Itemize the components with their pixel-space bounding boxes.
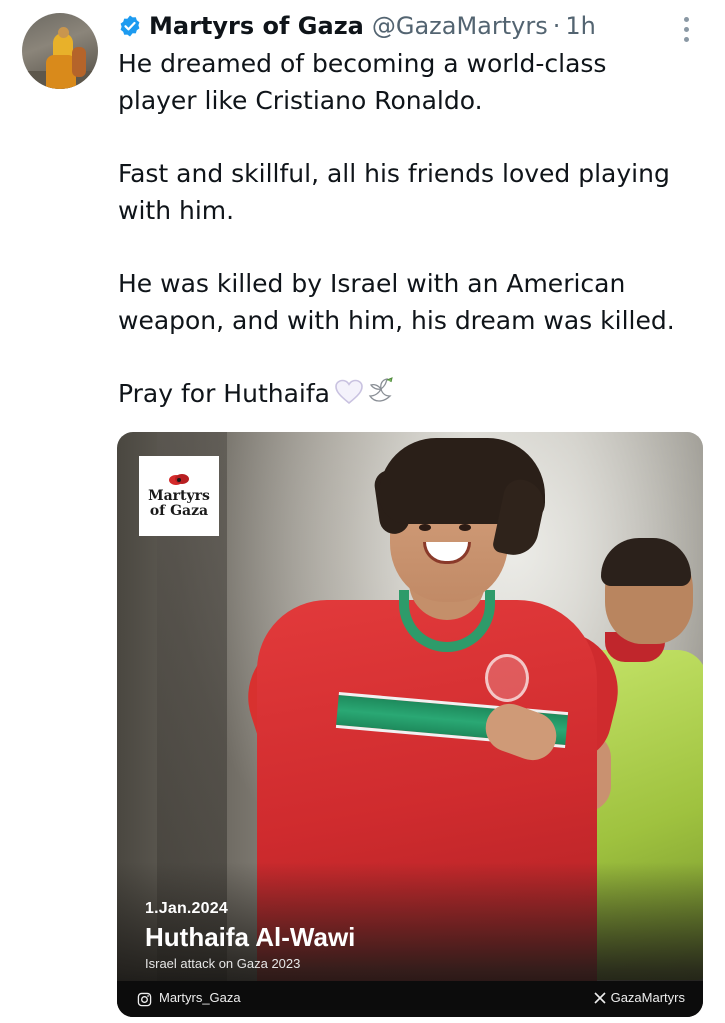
verified-badge-icon xyxy=(118,14,142,38)
meta-separator: · xyxy=(552,12,561,40)
tweet-line: Fast and skillful, all his friends loved… xyxy=(118,159,670,188)
avatar-figure-head xyxy=(58,27,69,38)
boy-eye xyxy=(459,524,471,531)
author-handle[interactable]: @GazaMartyrs xyxy=(372,12,548,40)
caption-subtitle: Israel attack on Gaza 2023 xyxy=(145,956,301,971)
tweet-header: Martyrs of Gaza @GazaMartyrs · 1h xyxy=(118,10,596,42)
tweet-line: weapon, and with him, his dream was kill… xyxy=(118,305,675,335)
x-handle: GazaMartyrs xyxy=(610,990,685,1005)
more-dot xyxy=(683,36,689,42)
tweet-line-prayer: Pray for Huthaifa xyxy=(118,376,708,417)
white-heart-icon xyxy=(334,379,364,416)
tweet-line: He was killed by Israel with an American xyxy=(118,269,626,298)
caption-date: 1.Jan.2024 xyxy=(145,900,228,917)
avatar-figure-arm xyxy=(72,47,86,77)
dove-icon xyxy=(366,376,396,417)
x-handle-group: GazaMartyrs xyxy=(594,990,685,1005)
caption-person-name: Huthaifa Al-Wawi xyxy=(145,922,356,952)
more-dot xyxy=(683,26,689,32)
tweet-media-image[interactable]: Martyrs of Gaza 1.Jan.2024 Huthaifa Al-W… xyxy=(117,432,703,1017)
poppy-icon xyxy=(169,474,189,485)
x-logo-icon xyxy=(594,991,606,1004)
author-name[interactable]: Martyrs of Gaza xyxy=(149,12,364,40)
logo-text-line2: of Gaza xyxy=(149,503,209,519)
logo-text-line1: Martyrs xyxy=(148,488,210,504)
martyrs-of-gaza-logo: Martyrs of Gaza xyxy=(139,456,219,536)
tweet-timestamp[interactable]: 1h xyxy=(565,12,595,40)
author-avatar[interactable] xyxy=(22,13,98,89)
more-options-icon[interactable] xyxy=(676,14,696,44)
tweet-line: with him. xyxy=(118,195,235,225)
tweet-line: player like Cristiano Ronaldo. xyxy=(118,85,483,115)
tweet-line: He dreamed of becoming a world-class xyxy=(118,49,607,78)
prayer-text: Pray for Huthaifa xyxy=(118,379,330,408)
boy-eye xyxy=(419,524,431,531)
jersey-crest xyxy=(485,654,529,702)
more-dot xyxy=(683,16,689,22)
instagram-handle: Martyrs_Gaza xyxy=(159,990,241,1005)
instagram-icon xyxy=(137,992,152,1007)
image-footer-bar: Martyrs_Gaza GazaMartyrs xyxy=(117,981,703,1017)
tweet-body: He dreamed of becoming a world-class pla… xyxy=(118,46,708,417)
